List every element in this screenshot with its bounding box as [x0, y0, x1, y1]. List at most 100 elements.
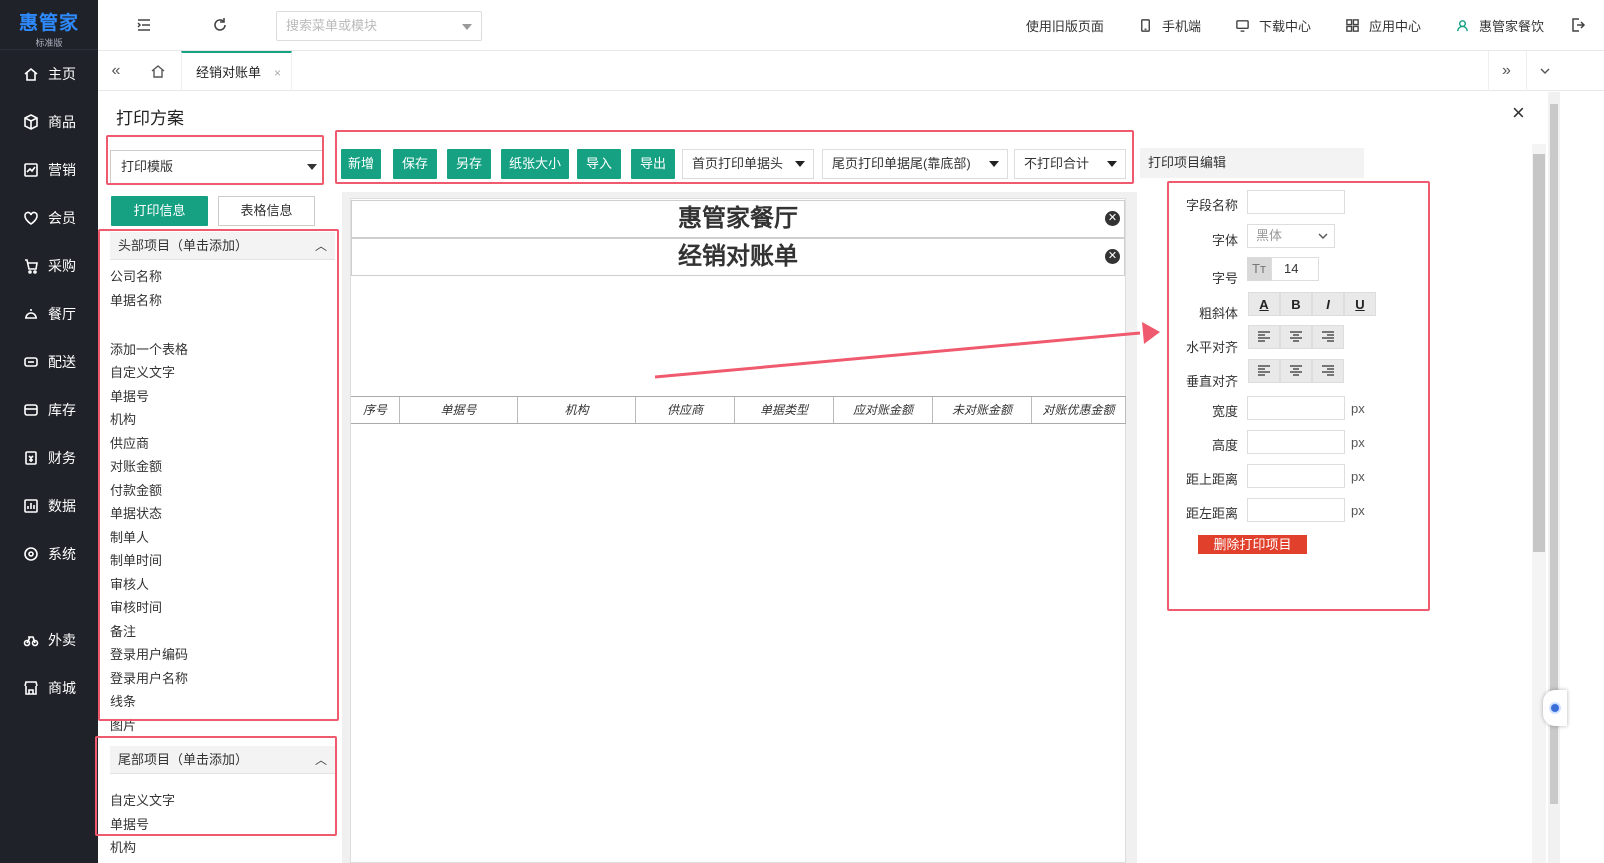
- font-size-input[interactable]: 14: [1271, 257, 1319, 281]
- footer-print-select[interactable]: 尾页打印单据尾(靠底部): [822, 149, 1008, 179]
- sidebar-item-1[interactable]: 主页: [0, 50, 98, 98]
- header-item[interactable]: 审核时间: [110, 597, 162, 616]
- sidebar-item-11[interactable]: 系统: [0, 530, 98, 578]
- italic-button[interactable]: I: [1312, 292, 1344, 316]
- underline-button[interactable]: U: [1344, 292, 1376, 316]
- table-column-header[interactable]: 应对账金额: [834, 397, 933, 423]
- template-select[interactable]: 打印模版: [110, 150, 324, 184]
- header-item[interactable]: 自定义文字: [110, 362, 175, 381]
- remove-item-icon[interactable]: ✕: [1105, 249, 1120, 264]
- sidebar-item-9[interactable]: 财务: [0, 434, 98, 482]
- top-link-3[interactable]: 下载中心: [1235, 16, 1311, 35]
- header-item[interactable]: 单据名称: [110, 290, 162, 309]
- page-scrollbar[interactable]: [1548, 92, 1560, 863]
- chevron-up-icon[interactable]: ︿: [315, 232, 327, 260]
- scrollbar-thumb[interactable]: [1533, 154, 1545, 552]
- save-as-button[interactable]: 另存: [447, 149, 491, 179]
- top-link-5[interactable]: 惠管家餐饮: [1455, 16, 1544, 35]
- table-column-header[interactable]: 序号: [351, 397, 400, 423]
- header-item[interactable]: 添加一个表格: [110, 339, 188, 358]
- tabs-menu-chevron-icon[interactable]: [1526, 51, 1562, 91]
- sidebar-item-4[interactable]: 会员: [0, 194, 98, 242]
- footer-items-heading[interactable]: 尾部项目（单击添加） ︿: [110, 746, 335, 774]
- close-icon[interactable]: ×: [1512, 100, 1525, 126]
- align-center-icon[interactable]: [1280, 325, 1312, 349]
- header-item[interactable]: 审核人: [110, 574, 149, 593]
- remove-item-icon[interactable]: ✕: [1105, 211, 1120, 226]
- tab-statement[interactable]: 经销对账单 ×: [181, 51, 293, 93]
- panel-scrollbar[interactable]: [1532, 144, 1546, 863]
- sidebar-item-6[interactable]: 餐厅: [0, 290, 98, 338]
- footer-item[interactable]: 机构: [110, 837, 136, 856]
- header-item[interactable]: 机构: [110, 409, 136, 428]
- header-item[interactable]: 备注: [110, 621, 136, 640]
- bold-button[interactable]: B: [1280, 292, 1312, 316]
- header-item[interactable]: 单据号: [110, 386, 149, 405]
- chevron-up-icon[interactable]: ︿: [315, 746, 327, 774]
- company-name-block[interactable]: 惠管家餐厅 ✕: [351, 200, 1125, 238]
- field-name-input[interactable]: [1247, 190, 1345, 214]
- tabs-scroll-right-icon[interactable]: »: [1488, 51, 1524, 91]
- sidebar-item-7[interactable]: 配送: [0, 338, 98, 386]
- sidebar-item-10[interactable]: 数据: [0, 482, 98, 530]
- font-color-button[interactable]: A: [1248, 292, 1280, 316]
- save-button[interactable]: 保存: [393, 149, 437, 179]
- new-button[interactable]: 新增: [341, 149, 381, 179]
- width-input[interactable]: [1247, 396, 1345, 420]
- tab-close-icon[interactable]: ×: [274, 53, 281, 93]
- header-item[interactable]: 图片: [110, 715, 136, 734]
- total-print-select[interactable]: 不打印合计: [1014, 149, 1126, 179]
- assistant-float-button[interactable]: [1543, 690, 1567, 726]
- table-column-header[interactable]: 供应商: [636, 397, 735, 423]
- table-info-tab[interactable]: 表格信息: [218, 196, 315, 226]
- doc-title-block[interactable]: 经销对账单 ✕: [351, 238, 1125, 276]
- valign-top-icon[interactable]: [1248, 359, 1280, 383]
- table-column-header[interactable]: 机构: [518, 397, 636, 423]
- table-column-header[interactable]: 对账优惠金额: [1032, 397, 1126, 423]
- paper-size-button[interactable]: 纸张大小: [501, 149, 569, 179]
- footer-item[interactable]: 自定义文字: [110, 790, 175, 809]
- logo[interactable]: 惠管家 标准版: [0, 0, 98, 50]
- header-item[interactable]: 单据状态: [110, 503, 162, 522]
- table-column-header[interactable]: 单据类型: [735, 397, 834, 423]
- font-select[interactable]: 黑体: [1247, 224, 1335, 248]
- header-item[interactable]: 线条: [110, 691, 136, 710]
- sidebar-item-13[interactable]: 商城: [0, 664, 98, 712]
- header-item[interactable]: 制单人: [110, 527, 149, 546]
- header-print-select[interactable]: 首页打印单据头: [682, 149, 814, 179]
- home-tab-icon[interactable]: [140, 51, 176, 91]
- height-input[interactable]: [1247, 430, 1345, 454]
- header-item[interactable]: 对账金额: [110, 456, 162, 475]
- export-button[interactable]: 导出: [631, 149, 675, 179]
- table-column-header[interactable]: 未对账金额: [933, 397, 1032, 423]
- sidebar-item-3[interactable]: 营销: [0, 146, 98, 194]
- table-column-header[interactable]: 单据号: [400, 397, 518, 423]
- footer-item[interactable]: 单据号: [110, 814, 149, 833]
- import-button[interactable]: 导入: [577, 149, 621, 179]
- align-left-icon[interactable]: [1248, 325, 1280, 349]
- left-offset-input[interactable]: [1247, 498, 1345, 522]
- header-item[interactable]: 供应商: [110, 433, 149, 452]
- header-items-heading[interactable]: 头部项目（单击添加） ︿: [110, 232, 335, 260]
- delete-print-item-button[interactable]: 删除打印项目: [1198, 535, 1307, 554]
- print-info-tab[interactable]: 打印信息: [111, 196, 208, 226]
- header-item[interactable]: 登录用户编码: [110, 644, 188, 663]
- valign-middle-icon[interactable]: [1280, 359, 1312, 383]
- header-item[interactable]: 公司名称: [110, 266, 162, 285]
- menu-collapse-icon[interactable]: [134, 15, 154, 35]
- sidebar-item-8[interactable]: 库存: [0, 386, 98, 434]
- menu-search-input[interactable]: 搜索菜单或模块: [276, 11, 482, 41]
- top-offset-input[interactable]: [1247, 464, 1345, 488]
- refresh-icon[interactable]: [210, 15, 230, 35]
- tabs-scroll-left-icon[interactable]: «: [98, 51, 134, 91]
- sidebar-item-5[interactable]: 采购: [0, 242, 98, 290]
- top-link-4[interactable]: 应用中心: [1345, 16, 1421, 35]
- sidebar-item-2[interactable]: 商品: [0, 98, 98, 146]
- header-item[interactable]: 登录用户名称: [110, 668, 188, 687]
- preview-table-header[interactable]: 序号 单据号 机构 供应商 单据类型 应对账金额 未对账金额 对账优惠金额: [351, 396, 1126, 424]
- valign-bottom-icon[interactable]: [1312, 359, 1344, 383]
- top-link-1[interactable]: 使用旧版页面: [1026, 16, 1104, 35]
- align-right-icon[interactable]: [1312, 325, 1344, 349]
- logout-icon[interactable]: [1570, 17, 1586, 36]
- header-item[interactable]: 付款金额: [110, 480, 162, 499]
